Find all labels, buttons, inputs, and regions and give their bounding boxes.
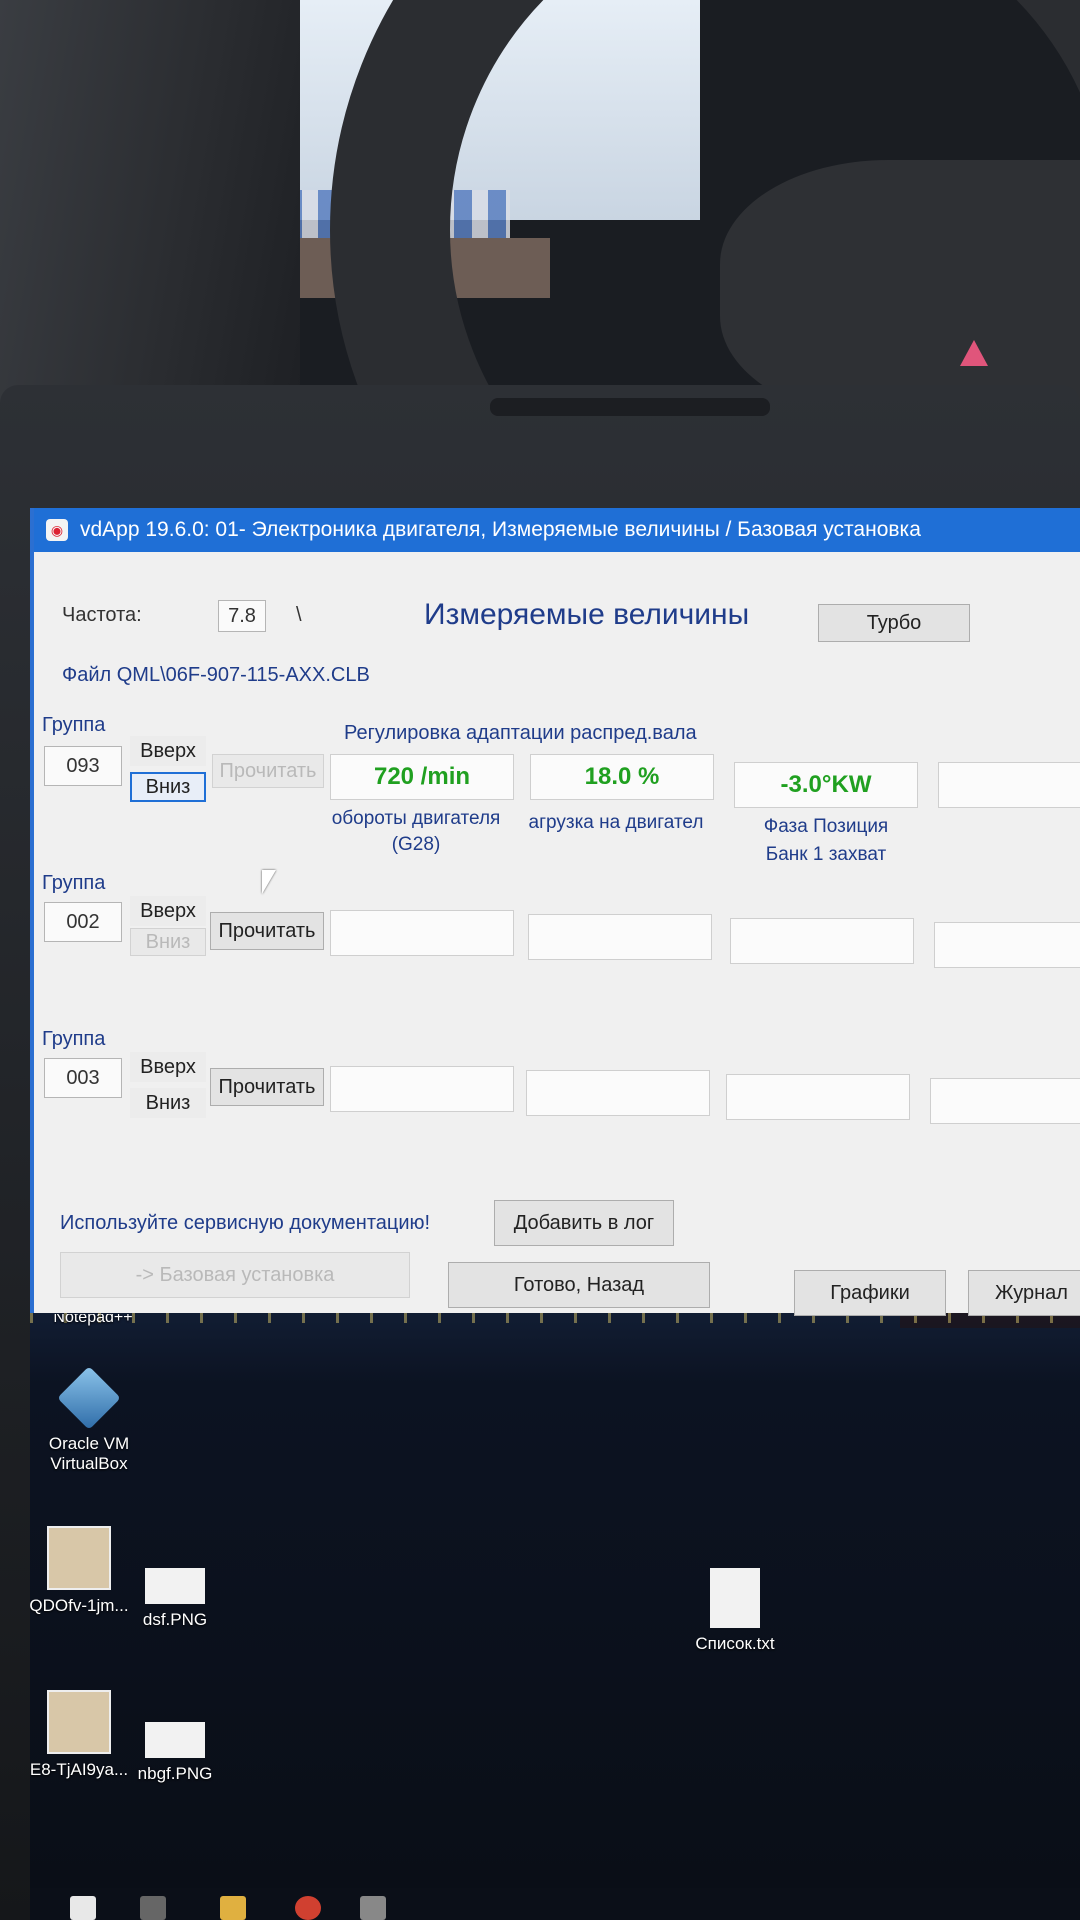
frequency-label: Частота: bbox=[62, 604, 142, 626]
desktop-icon-label: QDOfv-1jm... bbox=[30, 1596, 129, 1615]
group-1-caption-1a: обороты двигателя bbox=[331, 808, 501, 829]
app-taskbar-icon[interactable] bbox=[360, 1896, 386, 1920]
vdapp-window: ◉ vdApp 19.6.0: 01- Электроника двигател… bbox=[30, 508, 1080, 1316]
group-2-value-3 bbox=[730, 918, 914, 964]
hazard-button-icon bbox=[960, 340, 988, 366]
group-1-number[interactable]: 093 bbox=[44, 746, 122, 786]
group-3-value-4 bbox=[930, 1078, 1080, 1124]
title-bar[interactable]: ◉ vdApp 19.6.0: 01- Электроника двигател… bbox=[34, 508, 1080, 552]
basic-settings-button[interactable]: -> Базовая установка bbox=[60, 1252, 410, 1298]
desktop-icon-spisok[interactable]: Список.txt bbox=[680, 1568, 790, 1654]
task-view-icon[interactable] bbox=[140, 1896, 166, 1920]
graphs-button[interactable]: Графики bbox=[794, 1270, 946, 1316]
turbo-button[interactable]: Турбо bbox=[818, 604, 970, 642]
group-1-up-button[interactable]: Вверх bbox=[130, 736, 206, 766]
service-doc-notice: Используйте сервисную документацию! bbox=[60, 1212, 431, 1234]
group-1-caption-3a: Фаза Позиция bbox=[763, 816, 889, 837]
group-2-value-4 bbox=[934, 922, 1080, 968]
group-3-read-button[interactable]: Прочитать bbox=[210, 1068, 324, 1106]
group-2-value-1 bbox=[330, 910, 514, 956]
group-3-value-2 bbox=[526, 1070, 710, 1116]
mouse-cursor-icon bbox=[262, 870, 276, 894]
group-1-value-4 bbox=[938, 762, 1080, 808]
desktop-icon-label: nbgf.PNG bbox=[137, 1764, 213, 1783]
group-2-up-button[interactable]: Вверх bbox=[130, 896, 206, 926]
desktop-icon-qdofv[interactable]: QDOfv-1jm... bbox=[30, 1526, 134, 1616]
taskbar bbox=[30, 1888, 1080, 1920]
journal-button[interactable]: Журнал bbox=[968, 1270, 1080, 1316]
image-file-icon bbox=[47, 1690, 111, 1754]
desktop-icon-label: E8-TjAI9ya... bbox=[30, 1760, 129, 1779]
group-1-value-1: 720 /min bbox=[330, 754, 514, 800]
desktop-icon-e8[interactable]: E8-TjAI9ya... bbox=[30, 1690, 134, 1780]
group-3-label: Группа bbox=[42, 1028, 106, 1050]
desktop-icon-partial-label: Notepad++ bbox=[53, 1314, 133, 1326]
text-file-icon bbox=[710, 1568, 760, 1628]
desktop-icon-nbgf[interactable]: nbgf.PNG bbox=[120, 1722, 230, 1784]
image-file-icon bbox=[145, 1568, 205, 1604]
group-3-down-button[interactable]: Вниз bbox=[130, 1088, 206, 1118]
steering-wheel-hub bbox=[720, 160, 1080, 420]
desktop-icon-label: Список.txt bbox=[695, 1634, 775, 1653]
file-label: Файл QML\06F-907-115-AXX.CLB bbox=[62, 664, 370, 686]
window-title: vdApp 19.6.0: 01- Электроника двигателя,… bbox=[80, 518, 921, 541]
group-2-down-button[interactable]: Вниз bbox=[130, 928, 206, 956]
group-2-label: Группа bbox=[42, 872, 106, 894]
desktop-icon-label: dsf.PNG bbox=[142, 1610, 208, 1629]
desktop-icon-dsf[interactable]: dsf.PNG bbox=[120, 1568, 230, 1630]
group-3-number[interactable]: 003 bbox=[44, 1058, 122, 1098]
group-1-caption-1b: (G28) bbox=[391, 834, 441, 855]
done-back-button[interactable]: Готово, Назад bbox=[448, 1262, 710, 1308]
desktop-icon-label: Oracle VM VirtualBox bbox=[48, 1434, 130, 1473]
group-1-value-3: -3.0°KW bbox=[734, 762, 918, 808]
file-explorer-icon[interactable] bbox=[220, 1896, 246, 1920]
group-1-label: Группа bbox=[42, 714, 106, 736]
image-file-icon bbox=[47, 1526, 111, 1590]
laptop-screen: Notepad++ Oracle VM VirtualBox QDOfv-1jm… bbox=[30, 508, 1080, 1920]
image-file-icon bbox=[145, 1722, 205, 1758]
group-1-down-button[interactable]: Вниз bbox=[130, 772, 206, 802]
virtualbox-icon bbox=[57, 1366, 121, 1430]
group-2-number[interactable]: 002 bbox=[44, 902, 122, 942]
photo-background: Notepad++ Oracle VM VirtualBox QDOfv-1jm… bbox=[0, 0, 1080, 1920]
group-2-read-button[interactable]: Прочитать bbox=[210, 912, 324, 950]
browser-icon[interactable] bbox=[295, 1896, 321, 1920]
group-2-value-2 bbox=[528, 914, 712, 960]
app-icon: ◉ bbox=[46, 519, 68, 541]
group-1-read-button[interactable]: Прочитать bbox=[212, 754, 324, 788]
start-icon[interactable] bbox=[70, 1896, 96, 1920]
car-pillar bbox=[0, 0, 300, 420]
laptop-webcam-bar bbox=[490, 398, 770, 416]
group-1-description: Регулировка адаптации распред.вала bbox=[344, 722, 697, 744]
group-3-up-button[interactable]: Вверх bbox=[130, 1052, 206, 1082]
group-3-value-1 bbox=[330, 1066, 514, 1112]
frequency-value: 7.8 bbox=[218, 600, 266, 632]
frequency-indicator: \ bbox=[296, 604, 302, 626]
group-3-value-3 bbox=[726, 1074, 910, 1120]
group-1-caption-3b: Банк 1 захват bbox=[765, 844, 887, 865]
add-to-log-button[interactable]: Добавить в лог bbox=[494, 1200, 674, 1246]
desktop-icon-virtualbox[interactable]: Oracle VM VirtualBox bbox=[34, 1366, 144, 1474]
group-1-caption-2a: агрузка на двигател bbox=[528, 812, 704, 833]
group-1-value-2: 18.0 % bbox=[530, 754, 714, 800]
page-title: Измеряемые величины bbox=[424, 598, 750, 631]
